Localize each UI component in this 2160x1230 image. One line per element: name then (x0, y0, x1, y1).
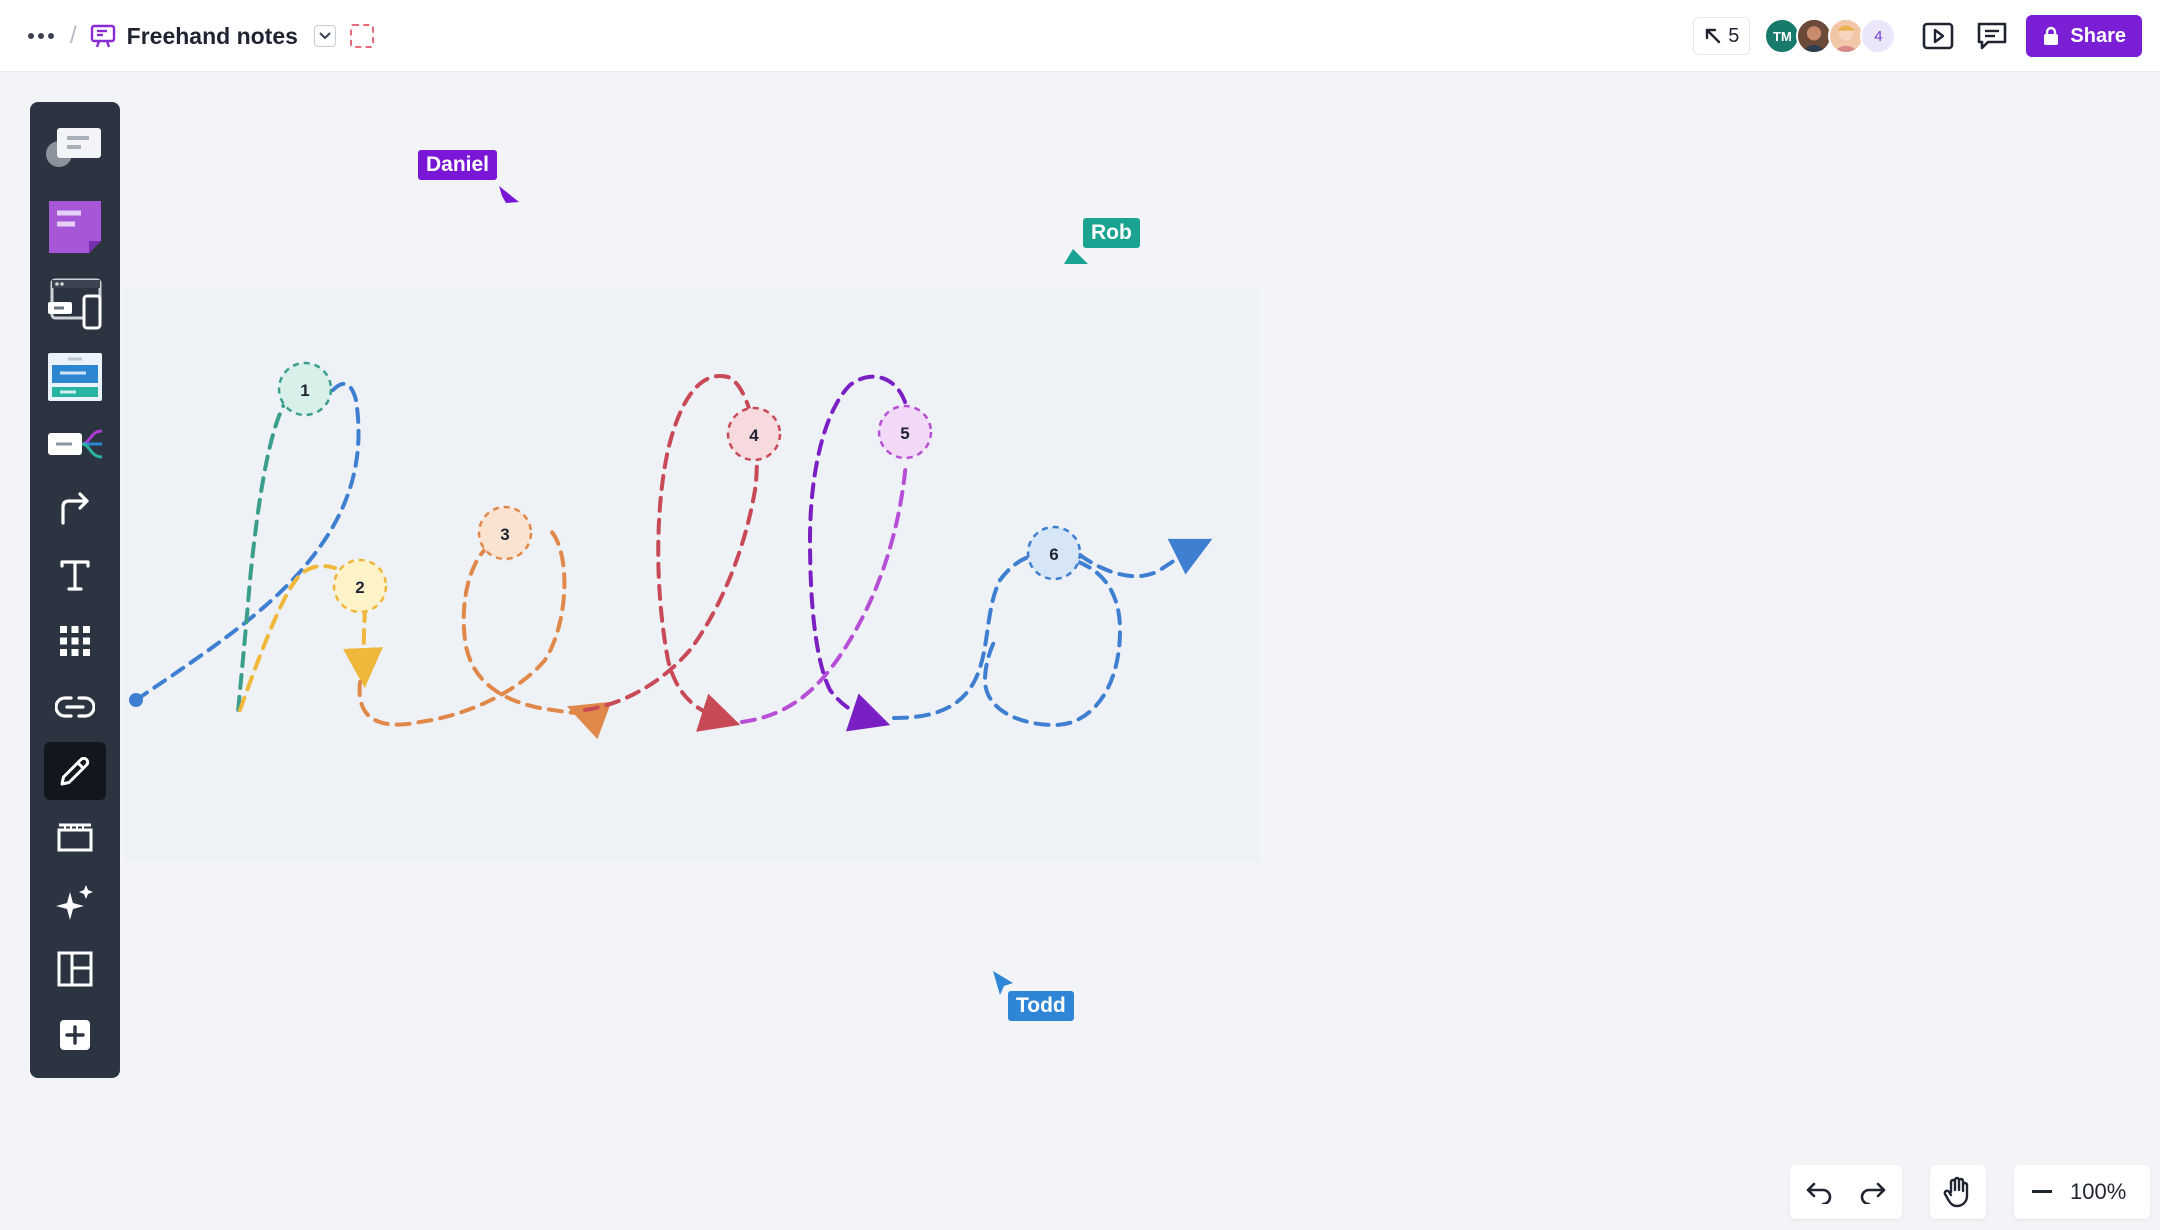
cursor-label-rob: Rob (1083, 218, 1140, 248)
undo-icon[interactable] (1792, 1180, 1846, 1204)
marker-label: 5 (900, 424, 909, 443)
hand-tool-button[interactable] (1930, 1165, 1986, 1219)
marker-label: 4 (749, 426, 759, 445)
stroke-h-teal (236, 393, 292, 714)
cursor-label-daniel: Daniel (418, 150, 498, 180)
redo-icon[interactable] (1846, 1180, 1900, 1204)
cursor-daniel-icon (499, 186, 519, 203)
marker-5[interactable]: 5 (877, 404, 933, 460)
marker-label: 2 (355, 578, 364, 597)
marker-4[interactable]: 4 (726, 406, 782, 462)
zoom-controls: 100% (2014, 1165, 2150, 1219)
undo-redo-group (1790, 1165, 1902, 1219)
stroke-l-violet (740, 460, 908, 724)
marker-label: 6 (1049, 545, 1058, 564)
marker-2[interactable]: 2 (332, 558, 388, 614)
stroke-h-blue (134, 381, 361, 702)
hand-icon (1943, 1176, 1969, 1208)
marker-6[interactable]: 6 (1026, 525, 1082, 581)
cursor-label-todd: Todd (1008, 991, 1074, 1021)
freehand-drawing: 1 2 3 4 5 6 (129, 186, 2160, 995)
stroke-e-orange (357, 528, 584, 725)
zoom-out-icon[interactable] (2014, 1190, 2070, 1194)
marker-label: 1 (300, 381, 309, 400)
marker-label: 3 (500, 525, 509, 544)
marker-3[interactable]: 3 (477, 505, 533, 561)
marker-1[interactable]: 1 (277, 361, 333, 417)
cursor-rob-icon (1064, 249, 1088, 264)
stroke-start-dot (129, 693, 143, 707)
zoom-level[interactable]: 100% (2070, 1179, 2126, 1205)
